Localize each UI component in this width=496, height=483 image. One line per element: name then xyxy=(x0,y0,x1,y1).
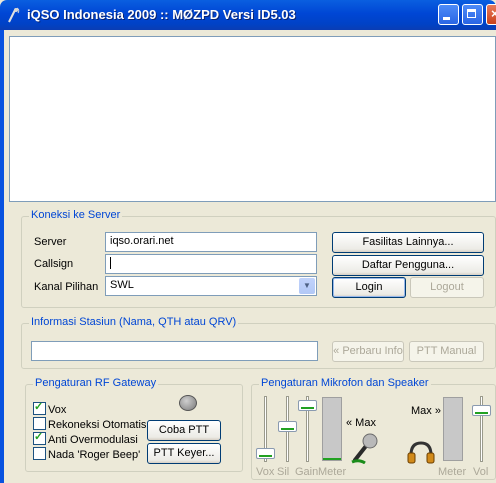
ptt-keyer-button[interactable]: PTT Keyer... xyxy=(147,443,221,464)
group-title: Pengaturan RF Gateway xyxy=(33,377,159,389)
minimize-icon xyxy=(443,17,450,20)
speaker-meter-label: Meter xyxy=(438,466,467,478)
maximize-button[interactable] xyxy=(462,4,483,25)
app-antenna-icon xyxy=(6,7,22,23)
channel-label: Kanal Pilihan xyxy=(34,281,99,293)
vox-slider-thumb[interactable] xyxy=(256,448,275,459)
roger-beep-checkbox[interactable]: Nada 'Roger Beep' xyxy=(33,447,140,461)
gain-slider-thumb[interactable] xyxy=(298,400,317,411)
group-title: Pengaturan Mikrofon dan Speaker xyxy=(259,377,431,389)
callsign-input[interactable] xyxy=(105,254,317,274)
mic-max-label: « Max xyxy=(346,417,376,429)
server-label: Server xyxy=(34,236,67,248)
group-title: Informasi Stasiun (Nama, QTH atau QRV) xyxy=(29,316,239,328)
title-bar[interactable]: iQSO Indonesia 2009 :: MØZPD Versi ID5.0… xyxy=(0,0,496,30)
mic-level-meter xyxy=(322,397,342,461)
window-frame-left xyxy=(0,30,4,483)
logout-button[interactable]: Logout xyxy=(410,277,484,298)
mic-meter-label: Meter xyxy=(318,466,347,478)
ptt-manual-button[interactable]: PTT Manual xyxy=(409,341,484,362)
channel-select[interactable]: SWL ▼ xyxy=(105,276,317,296)
headphones-icon xyxy=(406,440,436,467)
message-area[interactable] xyxy=(9,36,496,202)
group-title: Koneksi ke Server xyxy=(29,209,123,221)
server-input[interactable]: iqso.orari.net xyxy=(105,232,317,252)
sil-slider-label: Sil xyxy=(277,466,290,478)
text-cursor xyxy=(110,257,111,270)
close-button[interactable]: × xyxy=(486,4,496,25)
vol-slider-thumb[interactable] xyxy=(472,405,491,416)
test-ptt-button[interactable]: Coba PTT xyxy=(147,420,221,441)
callsign-label: Callsign xyxy=(34,258,74,270)
close-icon: × xyxy=(491,6,496,21)
user-list-button[interactable]: Daftar Pengguna... xyxy=(332,255,484,276)
check-icon: ✓ xyxy=(34,401,44,413)
window-title: iQSO Indonesia 2009 :: MØZPD Versi ID5.0… xyxy=(27,7,296,22)
ptt-indicator-led xyxy=(179,395,197,411)
gain-slider-label: Gain xyxy=(295,466,319,478)
microphone-icon xyxy=(350,432,380,467)
speaker-level-meter xyxy=(443,397,463,461)
station-info-input[interactable] xyxy=(31,341,318,361)
mic-level-fill xyxy=(323,457,341,460)
login-button[interactable]: Login xyxy=(332,277,406,298)
anti-overmodulation-checkbox[interactable]: ✓ Anti Overmodulasi xyxy=(33,431,138,446)
maximize-icon xyxy=(467,9,476,18)
vol-slider-label: Vol xyxy=(473,466,489,478)
more-features-button[interactable]: Fasilitas Lainnya... xyxy=(332,232,484,253)
update-info-button[interactable]: « Perbaru Info xyxy=(332,341,404,362)
vox-slider-label: Vox xyxy=(256,466,275,478)
minimize-button[interactable] xyxy=(438,4,459,25)
vox-checkbox[interactable]: ✓ Vox xyxy=(33,401,66,416)
sil-slider-thumb[interactable] xyxy=(278,421,297,432)
auto-reconnect-checkbox[interactable]: Rekoneksi Otomatis xyxy=(33,417,146,431)
speaker-max-label: Max » xyxy=(411,405,441,417)
check-icon: ✓ xyxy=(34,431,44,443)
chevron-down-icon[interactable]: ▼ xyxy=(299,278,315,294)
